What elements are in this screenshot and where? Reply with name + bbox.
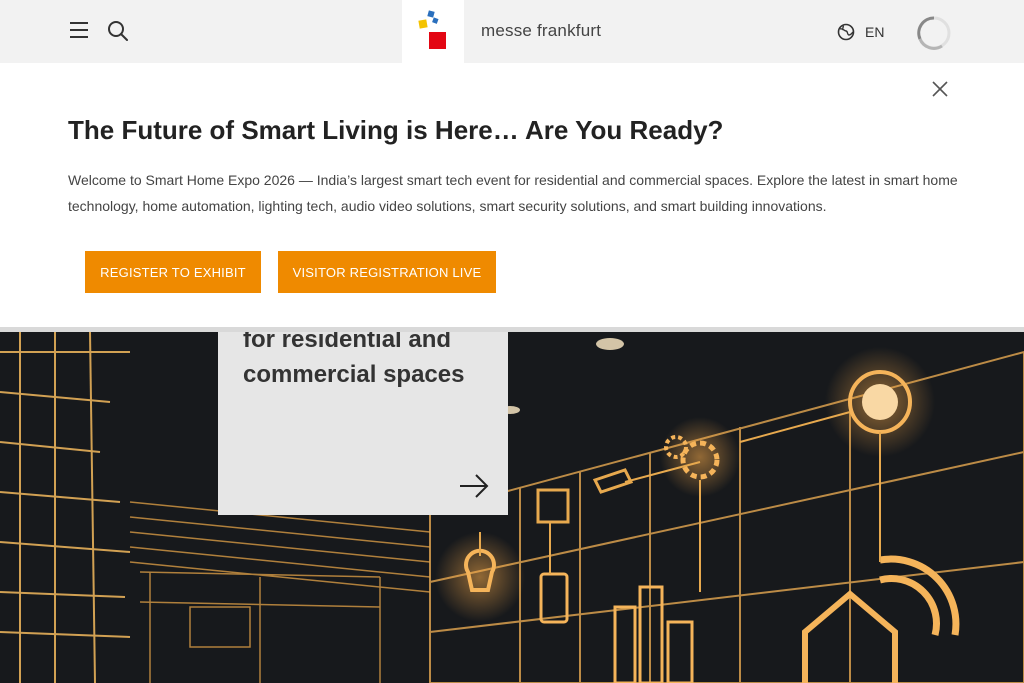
hero-card: for residential and commercial spaces	[218, 332, 508, 515]
language-selector[interactable]: EN	[836, 22, 884, 42]
loading-spinner-icon	[916, 15, 952, 51]
globe-icon	[837, 23, 855, 41]
site-header: messe frankfurt EN	[0, 0, 1024, 63]
hero-section: for residential and commercial spaces	[0, 332, 1024, 683]
visitor-registration-button[interactable]: VISITOR REGISTRATION LIVE	[278, 251, 496, 293]
messe-frankfurt-logo[interactable]	[402, 0, 464, 63]
close-icon[interactable]	[931, 80, 949, 98]
banner-title: The Future of Smart Living is Here… Are …	[68, 115, 724, 145]
smart-home-illustration	[0, 332, 1024, 683]
register-to-exhibit-button[interactable]: REGISTER TO EXHIBIT	[85, 251, 261, 293]
menu-icon[interactable]	[70, 22, 88, 38]
banner-description: Welcome to Smart Home Expo 2026 — India’…	[68, 172, 958, 214]
arrow-right-icon[interactable]	[458, 472, 490, 500]
search-icon[interactable]	[107, 20, 129, 42]
brand-name: messe frankfurt	[481, 21, 602, 40]
language-label: EN	[865, 24, 885, 40]
hero-card-title: for residential and commercial spaces	[243, 332, 465, 388]
